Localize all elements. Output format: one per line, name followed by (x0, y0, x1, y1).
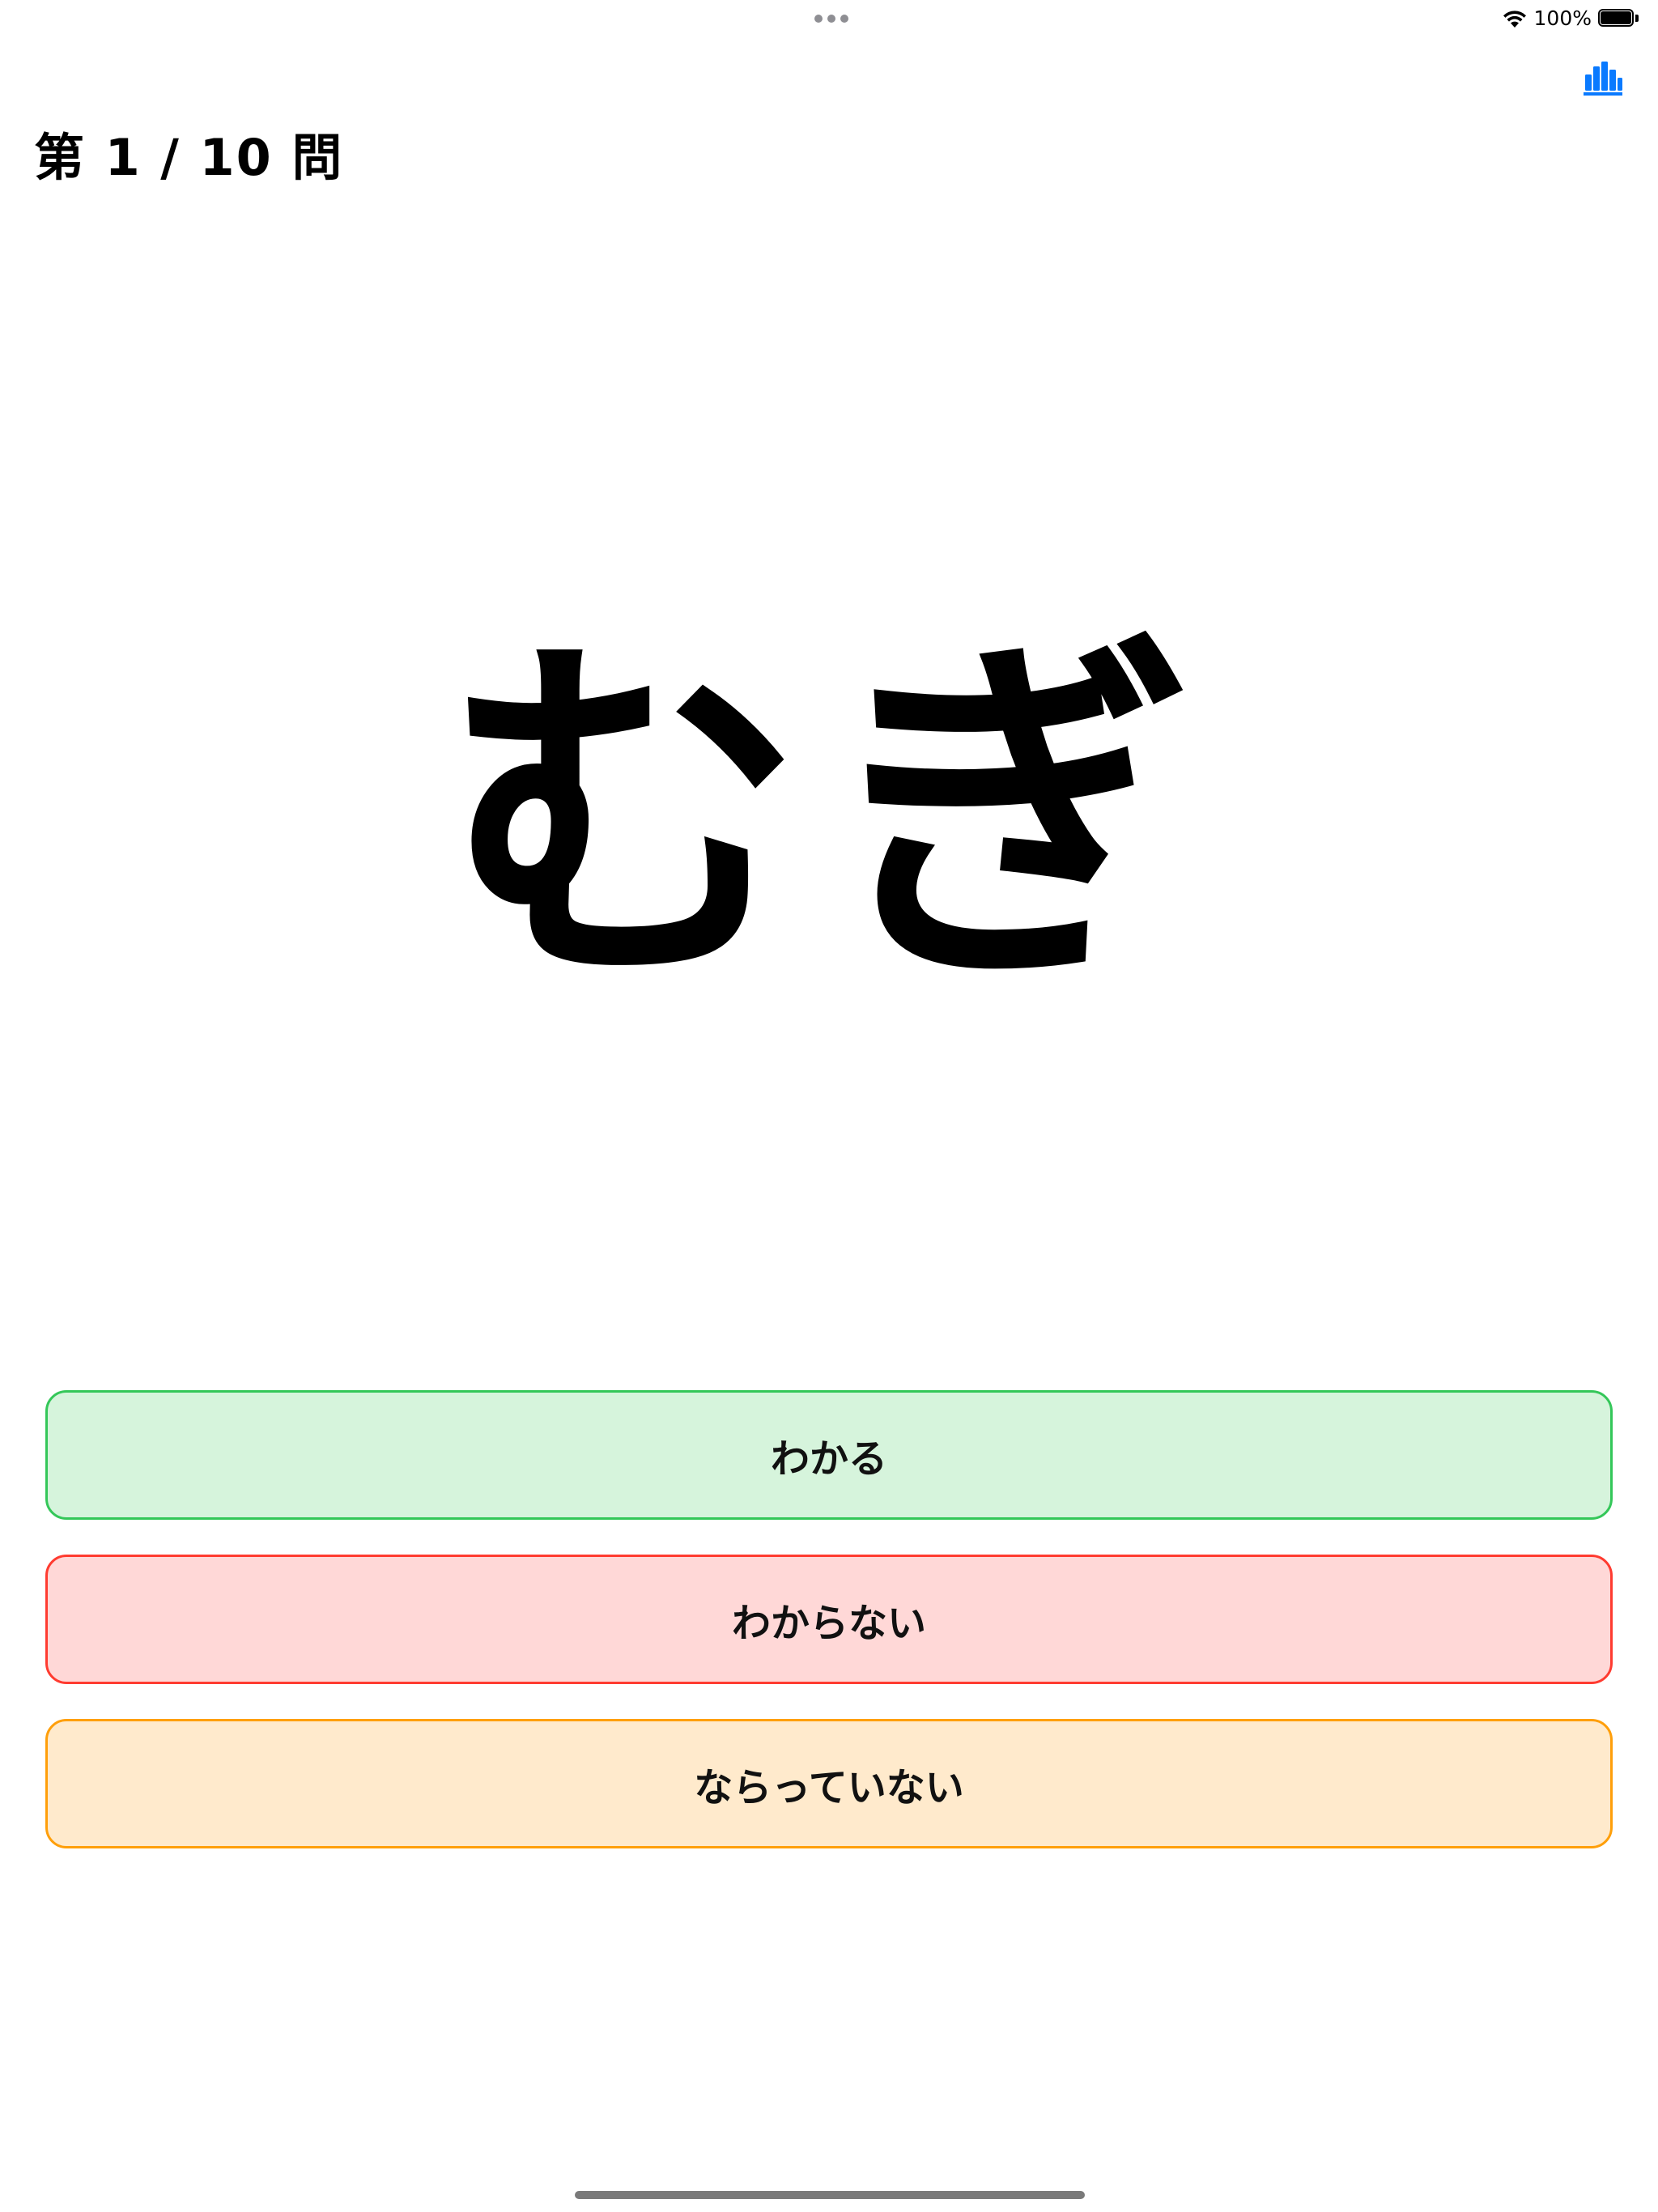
dont-know-button[interactable]: わからない (45, 1555, 1613, 1684)
chart-bar-icon[interactable] (1582, 60, 1624, 96)
wifi-icon (1503, 10, 1526, 28)
home-indicator[interactable] (575, 2191, 1085, 2199)
not-learned-button[interactable]: ならっていない (45, 1719, 1613, 1848)
status-indicators: 100% (1502, 6, 1640, 30)
question-counter: 第 1 / 10 問 (34, 128, 344, 187)
status-bar: 100% (0, 0, 1658, 40)
battery-icon (1598, 8, 1640, 28)
multitasking-dots-icon[interactable] (814, 15, 848, 23)
battery-percentage: 100% (1533, 6, 1592, 30)
know-button[interactable]: わかる (45, 1390, 1613, 1520)
quiz-word: むぎ (440, 606, 1218, 1031)
